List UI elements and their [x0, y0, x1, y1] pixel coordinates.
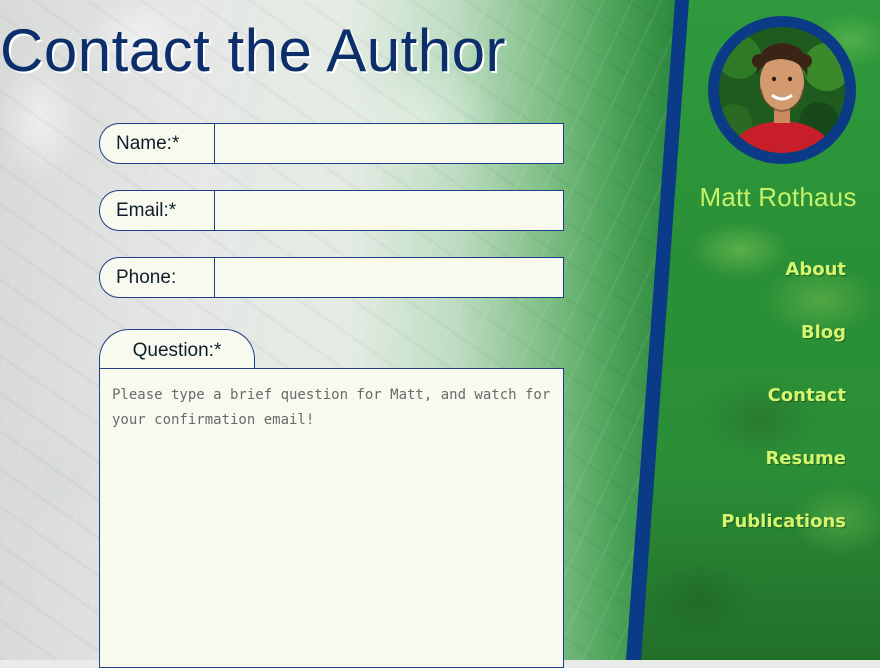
phone-row: Phone: [99, 257, 564, 298]
nav-link-resume[interactable]: Resume [765, 448, 846, 469]
name-field[interactable] [214, 123, 564, 164]
nav-link-publications[interactable]: Publications [721, 511, 846, 532]
nav-link-about[interactable]: About [785, 259, 846, 280]
author-name: Matt Rothaus [699, 182, 857, 212]
phone-field[interactable] [214, 257, 564, 298]
author-avatar [708, 16, 856, 164]
email-row: Email:* [99, 190, 564, 231]
page-title: Contact the Author [0, 17, 506, 84]
phone-label: Phone: [99, 257, 215, 298]
name-row: Name:* [99, 123, 564, 164]
name-label: Name:* [99, 123, 215, 164]
author-photo-icon [719, 27, 845, 153]
question-label: Question:* [99, 329, 255, 369]
email-field[interactable] [214, 190, 564, 231]
nav-link-contact[interactable]: Contact [768, 385, 846, 406]
question-textarea[interactable] [99, 368, 564, 668]
email-label: Email:* [99, 190, 215, 231]
nav-link-blog[interactable]: Blog [801, 322, 846, 343]
